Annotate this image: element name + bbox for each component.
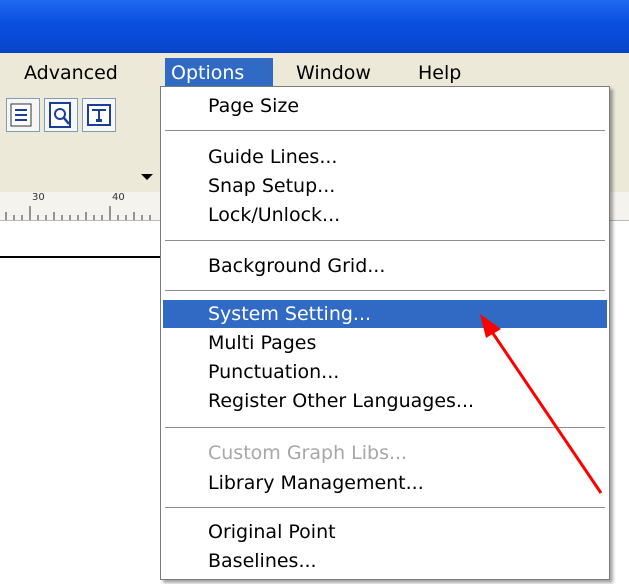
menu-separator: [165, 240, 605, 241]
menu-item-original-point[interactable]: Original Point: [163, 518, 607, 546]
menu-item-register-other-languages[interactable]: Register Other Languages...: [163, 387, 607, 415]
print-preview-icon[interactable]: [6, 98, 40, 132]
menu-advanced[interactable]: Advanced: [18, 58, 124, 88]
menu-item-system-setting[interactable]: System Setting...: [163, 300, 607, 328]
menu-separator: [165, 427, 605, 428]
menu-separator: [165, 507, 605, 508]
options-dropdown-menu: Page Size Guide Lines... Snap Setup... L…: [160, 86, 610, 580]
menu-item-snap-setup[interactable]: Snap Setup...: [163, 172, 607, 200]
menu-item-multi-pages[interactable]: Multi Pages: [163, 329, 607, 357]
window-titlebar: [0, 0, 629, 53]
menu-separator: [165, 290, 605, 291]
menu-item-guide-lines[interactable]: Guide Lines...: [163, 143, 607, 171]
ruler-label-40: 40: [112, 192, 125, 203]
menu-item-background-grid[interactable]: Background Grid...: [163, 252, 607, 280]
menu-item-lock-unlock[interactable]: Lock/Unlock...: [163, 201, 607, 229]
menu-options[interactable]: Options: [165, 58, 273, 88]
text-frame-icon[interactable]: [82, 98, 116, 132]
menu-item-baselines[interactable]: Baselines...: [163, 547, 607, 575]
chevron-down-icon[interactable]: [136, 166, 158, 186]
menu-window[interactable]: Window: [290, 58, 377, 88]
menu-item-library-management[interactable]: Library Management...: [163, 469, 607, 497]
menu-item-custom-graph-libs: Custom Graph Libs...: [208, 442, 408, 464]
menu-help[interactable]: Help: [412, 58, 467, 88]
canvas-guide-line: [0, 256, 170, 258]
menu-item-punctuation[interactable]: Punctuation...: [163, 358, 607, 386]
ruler-label-30: 30: [32, 192, 45, 203]
zoom-page-icon[interactable]: [44, 98, 78, 132]
menu-item-page-size[interactable]: Page Size: [163, 92, 607, 120]
menu-separator: [165, 130, 605, 131]
